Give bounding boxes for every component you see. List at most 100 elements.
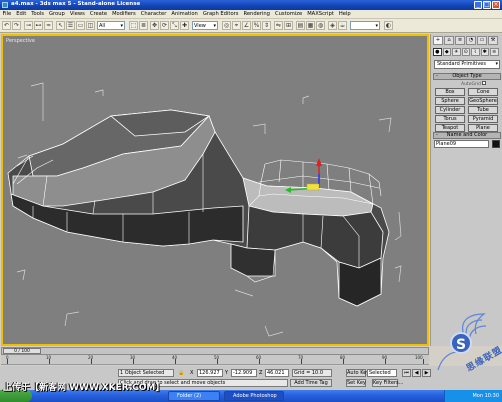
maximize-button[interactable]: □ xyxy=(483,1,491,9)
reference-coord-dropdown[interactable]: View xyxy=(192,21,218,30)
menu-tools[interactable]: Tools xyxy=(29,10,47,19)
previous-frame-icon[interactable]: ◀ xyxy=(412,369,421,377)
torus-button[interactable]: Torus xyxy=(435,115,465,123)
play-icon[interactable]: ▶ xyxy=(422,369,431,377)
set-key-button[interactable]: Set Key xyxy=(346,379,366,387)
lock-icon[interactable]: 🔒 xyxy=(178,370,184,376)
shapes-icon[interactable]: ◆ xyxy=(442,48,451,56)
tick-60: 60 xyxy=(256,355,262,360)
systems-icon[interactable]: ≋ xyxy=(490,48,499,56)
motion-tab[interactable]: ◔ xyxy=(466,36,476,45)
space-warps-icon[interactable]: ✱ xyxy=(480,48,489,56)
x-coordinate-field[interactable]: 126.927 xyxy=(197,369,223,377)
mirror-icon[interactable]: ⇋ xyxy=(274,21,283,30)
spinner-snap-icon[interactable]: ⇕ xyxy=(262,21,271,30)
teapot-button[interactable]: Teapot xyxy=(435,124,465,132)
box-button[interactable]: Box xyxy=(435,88,465,96)
menu-customize[interactable]: Customize xyxy=(272,10,304,19)
menu-help[interactable]: Help xyxy=(336,10,353,19)
title-bar: a4.max - 3ds max 5 - Stand-alone License… xyxy=(0,0,502,10)
select-icon[interactable]: ⬚ xyxy=(129,21,138,30)
track-bar[interactable]: 0 10 20 30 40 50 60 70 80 90 100 xyxy=(1,355,429,365)
align-icon[interactable]: ⊞ xyxy=(284,21,293,30)
select-and-rotate-icon[interactable]: ⟳ xyxy=(160,21,169,30)
plane-button[interactable]: Plane xyxy=(468,124,498,132)
auto-key-button[interactable]: Auto Key xyxy=(346,369,369,377)
select-by-name-icon[interactable]: ☰ xyxy=(66,21,75,30)
tube-button[interactable]: Tube xyxy=(468,106,498,114)
primitive-type-dropdown[interactable]: Standard Primitives xyxy=(434,60,500,69)
key-filters-button[interactable]: Key Filters... xyxy=(372,379,403,387)
select-by-name-2-icon[interactable]: ≣ xyxy=(139,21,148,30)
utilities-tab[interactable]: ⚒ xyxy=(488,36,498,45)
cylinder-button[interactable]: Cylinder xyxy=(435,106,465,114)
menu-views[interactable]: Views xyxy=(67,10,87,19)
object-color-swatch[interactable] xyxy=(492,140,500,148)
object-type-rollout[interactable]: Object Type xyxy=(433,73,501,80)
lights-icon[interactable]: ☀ xyxy=(452,48,461,56)
redo-icon[interactable]: ↷ xyxy=(12,21,21,30)
pyramid-button[interactable]: Pyramid xyxy=(468,115,498,123)
name-and-color-rollout[interactable]: Name and Color xyxy=(433,132,501,139)
go-to-start-icon[interactable]: ⏮ xyxy=(402,369,411,377)
material-editor-icon[interactable]: ◍ xyxy=(316,21,325,30)
add-time-tag-button[interactable]: Add Time Tag xyxy=(290,379,332,387)
cone-button[interactable]: Cone xyxy=(468,88,498,96)
link-icon[interactable]: ⊸ xyxy=(24,21,33,30)
modify-tab[interactable]: ⌂ xyxy=(444,36,454,45)
select-and-scale-icon[interactable]: ⤡ xyxy=(170,21,179,30)
taskbar-item-folder[interactable]: Folder (2) xyxy=(168,391,220,401)
key-mode-dropdown[interactable]: Selected xyxy=(367,369,397,377)
tick-30: 30 xyxy=(130,355,136,360)
display-tab[interactable]: ▭ xyxy=(477,36,487,45)
menu-group[interactable]: Group xyxy=(47,10,68,19)
geometry-icon[interactable]: ● xyxy=(433,48,442,56)
helpers-icon[interactable]: ⌇ xyxy=(471,48,480,56)
render-scene-icon[interactable]: ◈ xyxy=(328,21,337,30)
manipulate-icon[interactable]: ✚ xyxy=(180,21,189,30)
select-and-move-icon[interactable]: ✥ xyxy=(150,21,159,30)
autogrid-checkbox[interactable]: AutoGrid xyxy=(461,81,486,87)
menu-create[interactable]: Create xyxy=(87,10,109,19)
menu-file[interactable]: File xyxy=(0,10,14,19)
bind-space-warp-icon[interactable]: ≈ xyxy=(44,21,53,30)
schematic-view-icon[interactable]: ▦ xyxy=(306,21,315,30)
time-slider[interactable]: 0 / 100 xyxy=(1,347,429,355)
menu-maxscript[interactable]: MAXScript xyxy=(305,10,337,19)
object-name-field[interactable]: Plane09 xyxy=(434,140,489,148)
snap-icon[interactable]: ⌖ xyxy=(232,21,241,30)
select-object-icon[interactable]: ↖ xyxy=(56,21,65,30)
cameras-icon[interactable]: ⊙ xyxy=(461,48,470,56)
menu-modifiers[interactable]: Modifiers xyxy=(110,10,139,19)
menu-edit[interactable]: Edit xyxy=(14,10,29,19)
viewport-label[interactable]: Perspective xyxy=(6,38,35,44)
unlink-icon[interactable]: ⊷ xyxy=(34,21,43,30)
z-coordinate-field[interactable]: 46.021 xyxy=(265,369,289,377)
rect-region-icon[interactable]: ▭ xyxy=(76,21,85,30)
time-slider-thumb[interactable]: 0 / 100 xyxy=(3,348,41,354)
menu-animation[interactable]: Animation xyxy=(169,10,200,19)
quick-render-icon[interactable]: ☕ xyxy=(338,21,347,30)
perspective-viewport[interactable]: Perspective xyxy=(1,34,429,346)
menu-character[interactable]: Character xyxy=(138,10,169,19)
y-coordinate-field[interactable]: -12.909 xyxy=(231,369,257,377)
sphere-button[interactable]: Sphere xyxy=(435,97,465,105)
undo-icon[interactable]: ↶ xyxy=(2,21,11,30)
create-tab[interactable]: + xyxy=(433,36,443,45)
menu-rendering[interactable]: Rendering xyxy=(241,10,273,19)
hierarchy-tab[interactable]: ≡ xyxy=(455,36,465,45)
autogrid-check[interactable] xyxy=(481,81,486,85)
track-view-icon[interactable]: ▤ xyxy=(296,21,305,30)
render-last-icon[interactable]: ◐ xyxy=(384,21,393,30)
selection-filter-dropdown[interactable]: All xyxy=(97,21,125,30)
taskbar-item-photoshop[interactable]: Adobe Photoshop xyxy=(224,391,284,401)
minimize-button[interactable]: _ xyxy=(474,1,482,9)
window-crossing-icon[interactable]: ◫ xyxy=(86,21,95,30)
angle-snap-icon[interactable]: ∠ xyxy=(242,21,251,30)
geosphere-button[interactable]: GeoSphere xyxy=(468,97,498,105)
render-type-dropdown[interactable] xyxy=(350,21,380,30)
pivot-center-icon[interactable]: ◎ xyxy=(222,21,231,30)
percent-snap-icon[interactable]: % xyxy=(252,21,261,30)
menu-graph-editors[interactable]: Graph Editors xyxy=(200,10,241,19)
close-button[interactable]: × xyxy=(492,1,500,9)
